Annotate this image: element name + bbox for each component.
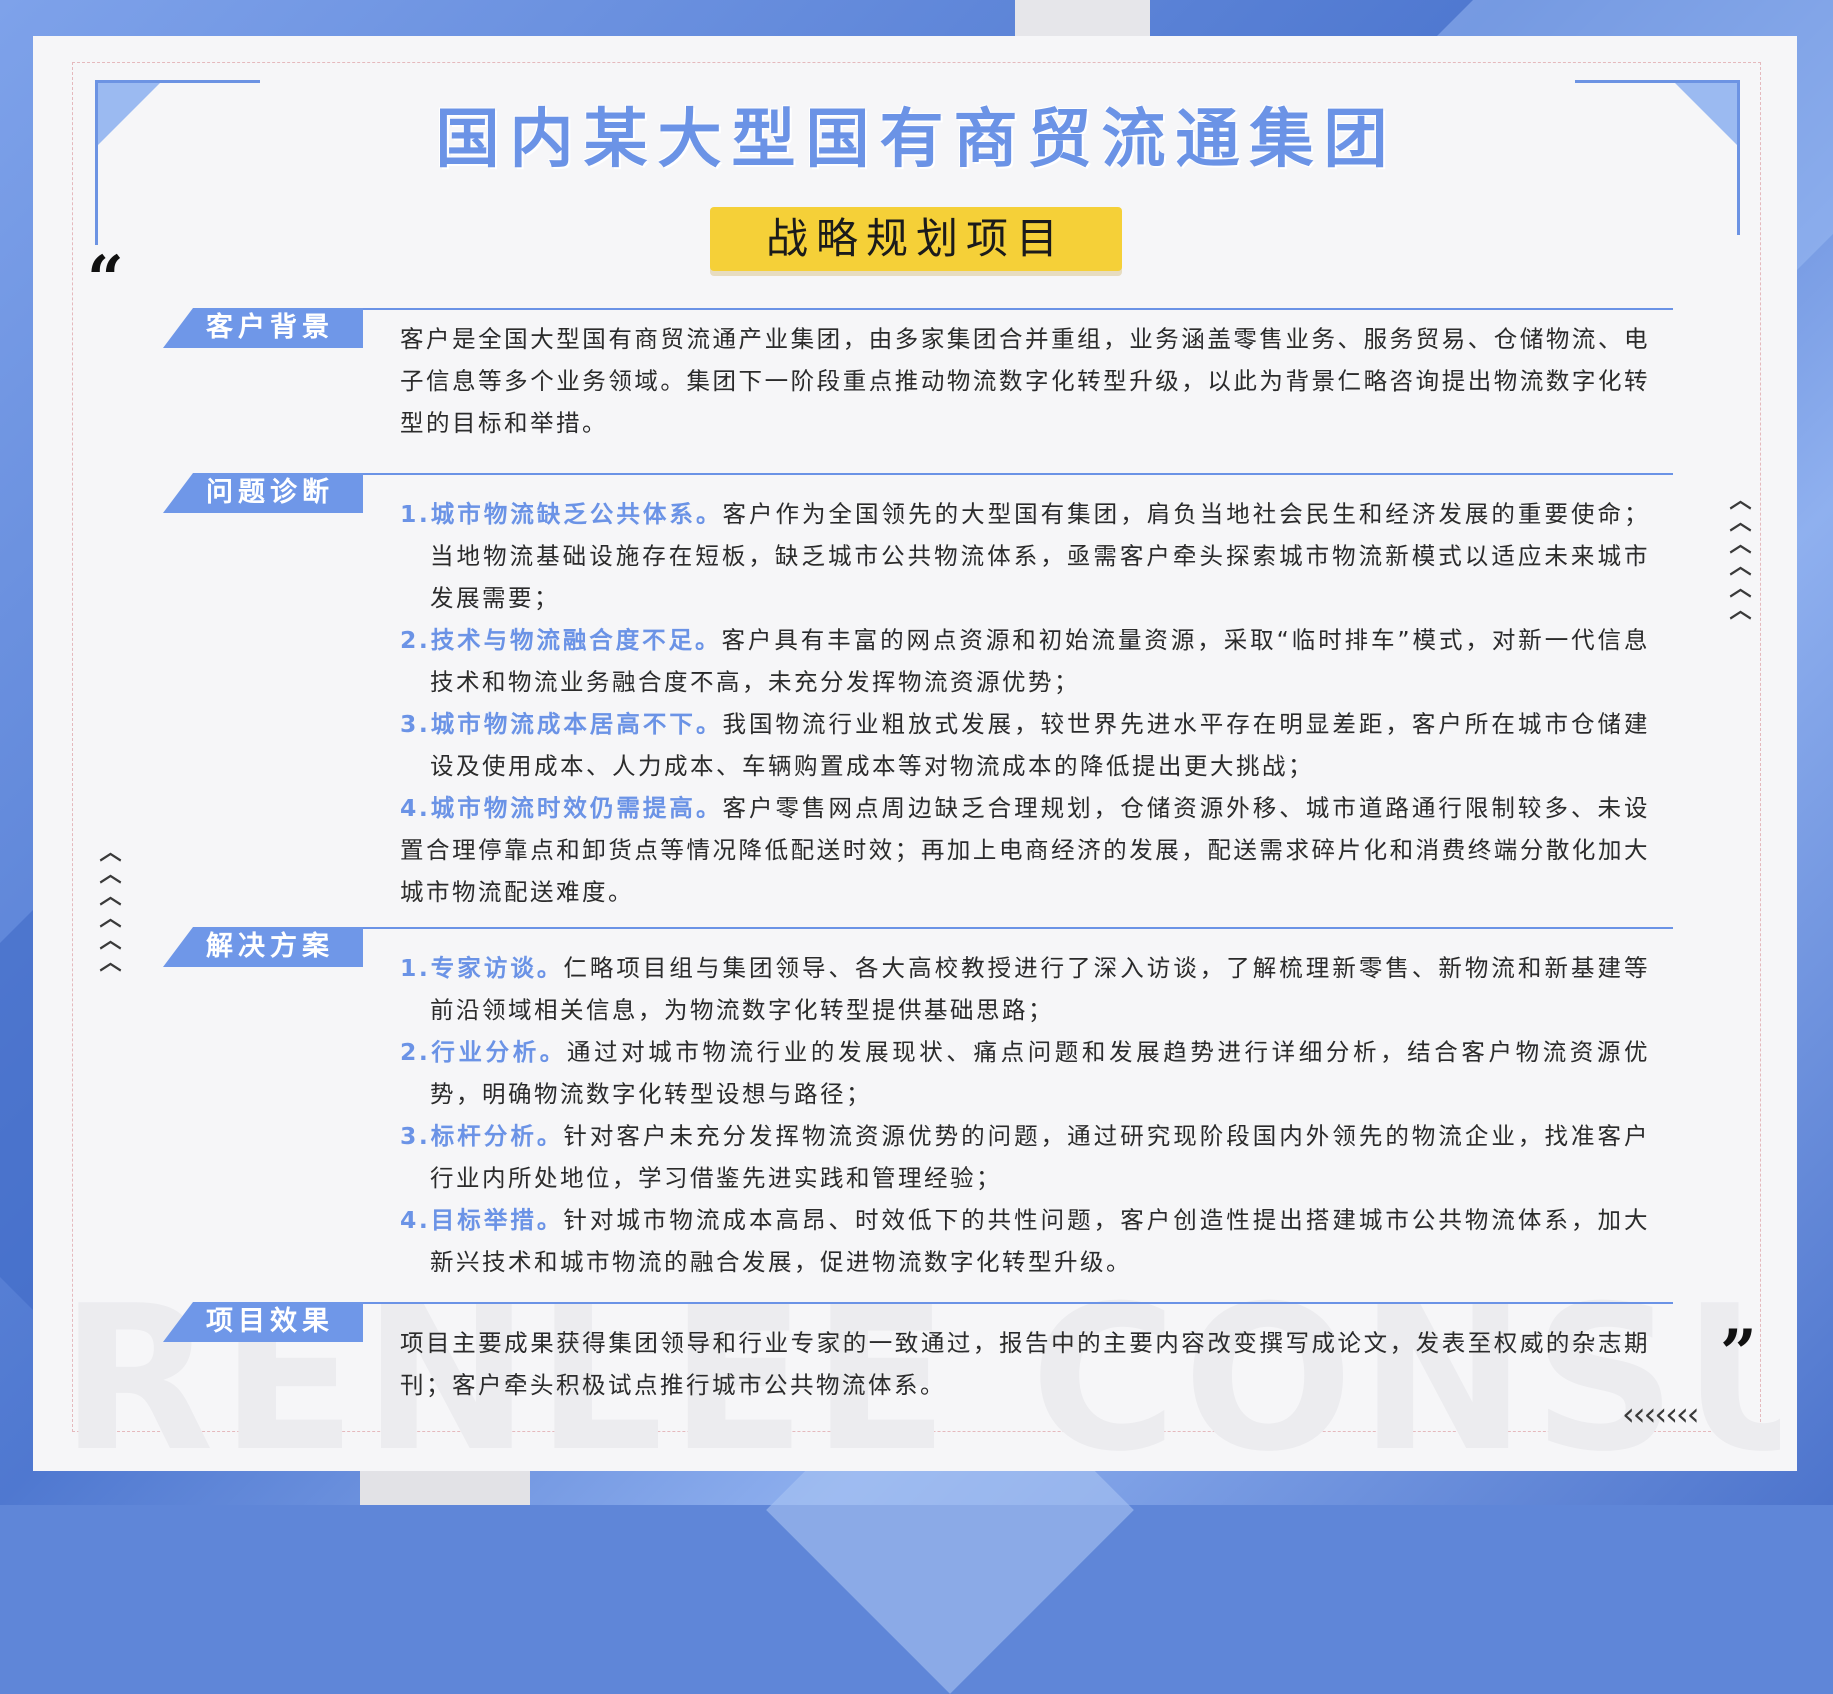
- close-quote-icon: ”: [1720, 1316, 1757, 1391]
- list-item-heading: 4.目标举措。: [400, 1206, 564, 1234]
- chevron-up-icon: ︿︿︿︿︿︿: [1725, 488, 1751, 620]
- list-item-heading: 3.标杆分析。: [400, 1122, 564, 1150]
- list-item-text: 仁略项目组与集团领导、各大高校教授进行了深入访谈，了解梳理新零售、新物流和新基建…: [430, 954, 1650, 1024]
- list-item-heading: 3.城市物流成本居高不下。: [400, 710, 723, 738]
- list-item: 4.目标举措。针对城市物流成本高昂、时效低下的共性问题，客户创造性提出搭建城市公…: [400, 1199, 1650, 1283]
- section-list: 1.专家访谈。仁略项目组与集团领导、各大高校教授进行了深入访谈，了解梳理新零售、…: [400, 947, 1650, 1283]
- list-item-heading: 1.城市物流缺乏公共体系。: [400, 500, 723, 528]
- section-divider: [363, 308, 1673, 310]
- list-item-text: 针对城市物流成本高昂、时效低下的共性问题，客户创造性提出搭建城市公共物流体系，加…: [430, 1206, 1650, 1276]
- list-item-text: 通过对城市物流行业的发展现状、痛点问题和发展趋势进行详细分析，结合客户物流资源优…: [430, 1038, 1651, 1108]
- chevron-up-icon: ︿︿︿︿︿︿: [95, 840, 121, 972]
- list-item: 2.行业分析。通过对城市物流行业的发展现状、痛点问题和发展趋势进行详细分析，结合…: [400, 1031, 1650, 1115]
- list-item-heading: 2.行业分析。: [400, 1038, 567, 1066]
- section-label: 解决方案: [163, 927, 363, 967]
- list-item-heading: 2.技术与物流融合度不足。: [400, 626, 722, 654]
- section-list: 1.城市物流缺乏公共体系。客户作为全国领先的大型国有集团，肩负当地社会民生和经济…: [400, 493, 1650, 913]
- list-item: 1.城市物流缺乏公共体系。客户作为全国领先的大型国有集团，肩负当地社会民生和经济…: [400, 493, 1650, 619]
- list-item-heading: 4.城市物流时效仍需提高。: [400, 794, 723, 822]
- list-item: 2.技术与物流融合度不足。客户具有丰富的网点资源和初始流量资源，采取“临时排车”…: [400, 619, 1650, 703]
- section-label: 客户背景: [163, 308, 363, 348]
- open-quote-icon: “: [87, 242, 124, 317]
- section-divider: [363, 473, 1673, 475]
- list-item-text: 针对客户未充分发挥物流资源优势的问题，通过研究现阶段国内外领先的物流企业，找准客…: [430, 1122, 1650, 1192]
- page-subtitle: 战略规划项目: [765, 214, 1066, 263]
- list-item: 1.专家访谈。仁略项目组与集团领导、各大高校教授进行了深入访谈，了解梳理新零售、…: [400, 947, 1650, 1031]
- page-title: 国内某大型国有商贸流通集团: [435, 103, 1398, 177]
- section-divider: [363, 1302, 1673, 1304]
- section-divider: [363, 927, 1673, 929]
- section-label: 问题诊断: [163, 473, 363, 513]
- list-item: 3.标杆分析。针对客户未充分发挥物流资源优势的问题，通过研究现阶段国内外领先的物…: [400, 1115, 1650, 1199]
- list-item: 4.城市物流时效仍需提高。客户零售网点周边缺乏合理规划，仓储资源外移、城市道路通…: [400, 787, 1650, 913]
- section-text: 项目主要成果获得集团领导和行业专家的一致通过，报告中的主要内容改变撰写成论文，发…: [400, 1329, 1650, 1399]
- subtitle-banner: 战略规划项目: [710, 207, 1122, 271]
- section-text: 客户是全国大型国有商贸流通产业集团，由多家集团合并重组，业务涵盖零售业务、服务贸…: [400, 325, 1650, 437]
- section-label: 项目效果: [163, 1302, 363, 1342]
- list-item: 3.城市物流成本居高不下。我国物流行业粗放式发展，较世界先进水平存在明显差距，客…: [400, 703, 1650, 787]
- list-item-heading: 1.专家访谈。: [400, 954, 564, 982]
